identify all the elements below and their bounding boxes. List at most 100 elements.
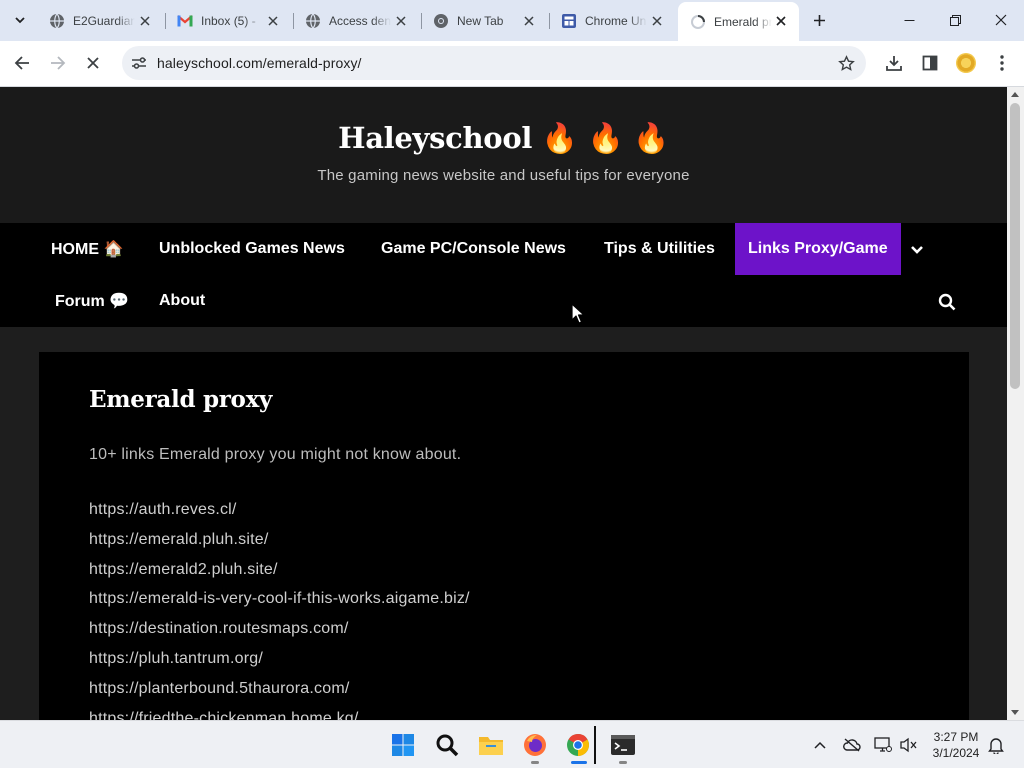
clock-date: 3/1/2024	[932, 746, 980, 760]
tab-gmail-inbox[interactable]: Inbox (5) -	[165, 7, 291, 35]
show-hidden-icons-button[interactable]	[809, 734, 831, 756]
proxy-link[interactable]: https://emerald.pluh.site/	[89, 530, 470, 560]
proxy-link[interactable]: https://emerald2.pluh.site/	[89, 560, 470, 590]
side-panel-button[interactable]	[916, 49, 944, 77]
folder-icon	[479, 737, 503, 755]
taskbar-firefox[interactable]	[520, 730, 550, 760]
close-tab-icon[interactable]	[649, 13, 665, 29]
taskbar-file-explorer[interactable]	[476, 730, 506, 760]
nav-item-unblocked-games[interactable]: Unblocked Games News	[159, 223, 345, 275]
scrollbar-thumb[interactable]	[1010, 103, 1020, 389]
restore-icon	[949, 14, 961, 26]
windows-logo-icon	[392, 734, 414, 756]
bookmark-star-button[interactable]	[836, 53, 856, 73]
tab-title: Emerald proxy	[714, 14, 772, 29]
nav-item-forum[interactable]: Forum 💬	[55, 275, 129, 327]
close-tab-icon[interactable]	[773, 13, 789, 29]
tab-emerald-proxy[interactable]: Emerald proxy	[678, 2, 799, 41]
minimize-button[interactable]	[886, 0, 932, 40]
bell-icon	[988, 738, 1004, 754]
tab-title: Inbox (5) -	[201, 14, 256, 28]
site-search-button[interactable]	[936, 291, 958, 313]
clock-time: 3:27 PM	[933, 730, 979, 744]
loading-icon	[690, 14, 706, 30]
download-icon	[886, 56, 902, 71]
cloud-off-icon	[843, 738, 861, 752]
article-intro: 10+ links Emerald proxy you might not kn…	[89, 446, 462, 463]
proxy-link[interactable]: https://friedthe-chickenman.home.kg/	[89, 709, 470, 720]
close-icon	[87, 57, 99, 69]
tab-chrome-unblocked[interactable]: Chrome Unblocked	[549, 7, 675, 35]
stop-loading-button[interactable]	[79, 49, 107, 77]
more-vert-icon	[1000, 55, 1004, 71]
tab-title: Access denied	[329, 14, 391, 28]
address-bar[interactable]: haleyschool.com/emerald-proxy/	[122, 46, 866, 80]
tab-title: E2Guardian	[73, 14, 135, 28]
proxy-link[interactable]: https://auth.reves.cl/	[89, 500, 470, 530]
tab-e2guardian[interactable]: E2Guardian	[37, 7, 163, 35]
scroll-down-arrow-icon[interactable]	[1011, 710, 1019, 715]
url-text: haleyschool.com/emerald-proxy/	[157, 55, 362, 71]
main-navigation: HOME 🏠 Unblocked Games News Game PC/Cons…	[0, 223, 1007, 327]
onedrive-tray-button[interactable]	[841, 734, 863, 756]
start-button[interactable]	[388, 730, 418, 760]
nav-item-tips-utilities[interactable]: Tips & Utilities	[604, 223, 715, 275]
windows-taskbar: 3:27 PM 3/1/2024	[0, 720, 1024, 768]
close-tab-icon[interactable]	[265, 13, 281, 29]
chrome-menu-button[interactable]	[988, 49, 1016, 77]
tab-search-button[interactable]	[7, 8, 33, 32]
arrow-right-icon	[51, 56, 66, 70]
nav-item-about[interactable]: About	[159, 275, 205, 327]
proxy-link[interactable]: https://pluh.tantrum.org/	[89, 649, 470, 679]
downloads-button[interactable]	[880, 49, 908, 77]
globe-icon	[49, 13, 65, 29]
restore-button[interactable]	[932, 0, 978, 40]
nav-item-game-pc-console[interactable]: Game PC/Console News	[381, 223, 566, 275]
taskbar-chrome[interactable]	[563, 730, 593, 760]
app-active-indicator	[571, 761, 587, 764]
firefox-icon	[524, 734, 546, 756]
close-window-button[interactable]	[978, 0, 1024, 40]
article-card: Emerald proxy 10+ links Emerald proxy yo…	[39, 352, 969, 720]
scroll-up-arrow-icon[interactable]	[1011, 92, 1019, 97]
chevron-up-icon	[814, 741, 826, 749]
text-cursor-divider	[594, 726, 598, 764]
close-tab-icon[interactable]	[393, 13, 409, 29]
new-tab-button[interactable]	[808, 9, 830, 31]
tune-icon	[132, 57, 146, 69]
forward-button[interactable]	[44, 49, 72, 77]
tab-access-denied[interactable]: Access denied	[293, 7, 419, 35]
proxy-link[interactable]: https://planterbound.5thaurora.com/	[89, 679, 470, 709]
speaker-muted-icon	[900, 737, 917, 753]
site-info-button[interactable]	[128, 52, 150, 74]
network-tray-button[interactable]	[872, 734, 894, 756]
mouse-cursor-icon	[571, 303, 585, 324]
proxy-link[interactable]: https://emerald-is-very-cool-if-this-wor…	[89, 589, 470, 619]
nav-item-links-proxy[interactable]: Links Proxy/Game	[735, 223, 901, 275]
close-tab-icon[interactable]	[137, 13, 153, 29]
page-viewport: Haleyschool 🔥 🔥 🔥 The gaming news websit…	[0, 87, 1007, 720]
plus-icon	[813, 14, 825, 26]
close-tab-icon[interactable]	[521, 13, 537, 29]
site-title[interactable]: Haleyschool 🔥 🔥 🔥	[0, 121, 1007, 156]
proxy-link-list: https://auth.reves.cl/ https://emerald.p…	[89, 500, 470, 720]
chrome-icon	[567, 734, 589, 756]
back-button[interactable]	[8, 49, 36, 77]
nav-item-home[interactable]: HOME 🏠	[51, 223, 123, 275]
chrome-icon	[433, 13, 449, 29]
notifications-button[interactable]	[985, 734, 1007, 756]
proxy-link[interactable]: https://destination.routesmaps.com/	[89, 619, 470, 649]
close-icon	[995, 14, 1007, 26]
gmail-icon	[177, 13, 193, 29]
profile-avatar[interactable]	[956, 53, 976, 73]
taskbar-search-button[interactable]	[432, 730, 462, 760]
volume-tray-button[interactable]	[898, 734, 920, 756]
page-scrollbar[interactable]	[1007, 87, 1024, 720]
nav-submenu-toggle[interactable]	[907, 240, 927, 260]
taskbar-clock[interactable]: 3:27 PM 3/1/2024	[926, 729, 986, 761]
chevron-down-icon	[15, 17, 25, 24]
tab-new-tab[interactable]: New Tab	[421, 7, 547, 35]
taskbar-terminal[interactable]	[608, 730, 638, 760]
app-running-indicator	[531, 761, 539, 764]
network-icon	[874, 737, 892, 752]
